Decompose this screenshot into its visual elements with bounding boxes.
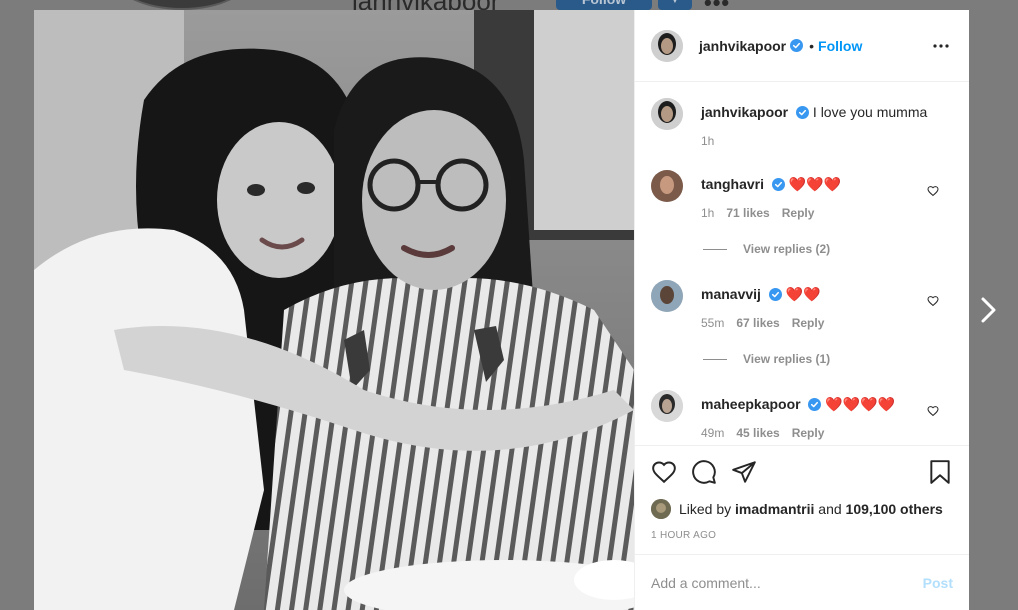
comment-item: manavvij ❤️❤️ 55m 67 likes Reply: [651, 280, 953, 330]
separator-dot: •: [809, 37, 815, 54]
verified-badge-icon: [771, 178, 785, 191]
action-bar: [635, 446, 969, 498]
more-options-icon[interactable]: [929, 34, 953, 58]
author-avatar[interactable]: [651, 29, 683, 62]
share-paper-plane-icon[interactable]: [731, 459, 757, 485]
commenter-avatar[interactable]: [651, 390, 683, 422]
comment-input[interactable]: [651, 574, 923, 591]
comment-text: ❤️❤️❤️: [788, 176, 842, 192]
commenter-username[interactable]: tanghavri: [701, 176, 764, 192]
comment-text: ❤️❤️❤️❤️: [825, 396, 896, 412]
post-comment-button[interactable]: Post: [923, 575, 953, 591]
verified-badge-icon: [790, 39, 804, 52]
reply-button[interactable]: Reply: [792, 426, 825, 440]
view-replies-button[interactable]: View replies (2): [703, 242, 953, 256]
comment-likes[interactable]: 71 likes: [726, 206, 769, 220]
liked-by-others[interactable]: 109,100 others: [846, 501, 943, 517]
post-header: janhvikapoor • Follow: [635, 10, 969, 82]
liker-avatar[interactable]: [651, 499, 671, 519]
comment-time[interactable]: 1h: [701, 206, 714, 220]
caption-time[interactable]: 1h: [701, 134, 714, 148]
reply-button[interactable]: Reply: [782, 206, 815, 220]
caption-text: I love you mumma: [812, 104, 928, 120]
view-replies-label: View replies (1): [743, 352, 831, 366]
verified-badge-icon: [768, 288, 782, 301]
caption-username[interactable]: janhvikapoor: [701, 104, 788, 120]
comment-time[interactable]: 55m: [701, 316, 724, 330]
view-replies-label: View replies (2): [743, 242, 831, 256]
verified-badge-icon: [808, 398, 822, 411]
replies-divider: [703, 358, 727, 360]
like-heart-icon[interactable]: [651, 459, 677, 485]
commenter-username[interactable]: manavvij: [701, 286, 761, 302]
background-avatar: [112, 0, 252, 10]
next-post-chevron-right-icon[interactable]: [978, 293, 1000, 327]
view-replies-button[interactable]: View replies (1): [703, 352, 953, 366]
comment-text: ❤️❤️: [785, 286, 821, 302]
liked-by-and: and: [818, 501, 842, 517]
caption-avatar[interactable]: [651, 98, 683, 130]
comment-bubble-icon[interactable]: [691, 459, 717, 485]
add-comment-bar: Post: [635, 554, 969, 610]
replies-divider: [703, 248, 727, 250]
caption: janhvikapoor I love you mumma 1h: [651, 98, 953, 148]
post-timestamp[interactable]: 1 HOUR AGO: [635, 520, 969, 554]
liked-by-user[interactable]: imadmantrii: [735, 501, 814, 517]
comment-item: tanghavri ❤️❤️❤️ 1h 71 likes Reply: [651, 170, 953, 220]
comments-list: janhvikapoor I love you mumma 1h tanghav…: [635, 82, 969, 446]
comment-heart-icon[interactable]: [927, 295, 939, 307]
reply-button[interactable]: Reply: [792, 316, 825, 330]
commenter-username[interactable]: maheepkapoor: [701, 396, 801, 412]
comment-likes[interactable]: 67 likes: [736, 316, 779, 330]
comment-heart-icon[interactable]: [927, 185, 939, 197]
liked-by-prefix: Liked by: [679, 501, 732, 517]
author-username[interactable]: janhvikapoor: [699, 38, 786, 54]
liked-by: Liked by imadmantrii and 109,100 others: [635, 498, 969, 520]
background-chevron-down-icon: ▼: [658, 0, 692, 10]
comment-time[interactable]: 49m: [701, 426, 724, 440]
save-bookmark-icon[interactable]: [927, 459, 953, 485]
post-photo-image: [34, 10, 634, 610]
post-photo[interactable]: [34, 10, 634, 610]
commenter-avatar[interactable]: [651, 280, 683, 312]
comment-likes[interactable]: 45 likes: [736, 426, 779, 440]
post-modal: janhvikapoor • Follow janhvikapoor I lov…: [34, 10, 969, 610]
comment-heart-icon[interactable]: [927, 405, 939, 417]
comment-item: maheepkapoor ❤️❤️❤️❤️ 49m 45 likes Reply: [651, 390, 953, 440]
background-follow-button: Follow: [556, 0, 652, 10]
post-sidebar: janhvikapoor • Follow janhvikapoor I lov…: [634, 10, 969, 610]
verified-badge-icon: [796, 106, 810, 119]
commenter-avatar[interactable]: [651, 170, 683, 202]
follow-button[interactable]: Follow: [818, 38, 862, 54]
